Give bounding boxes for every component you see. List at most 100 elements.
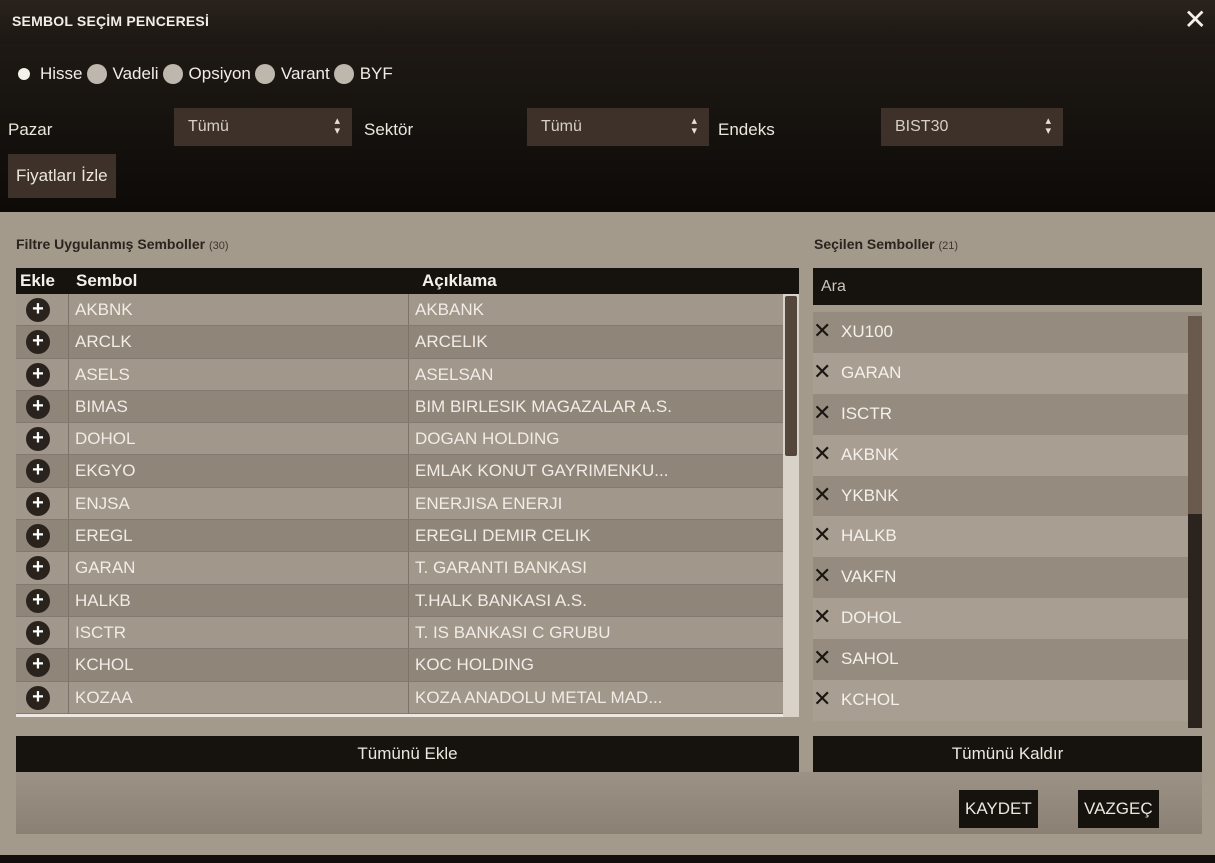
selected-symbol: HALKB [841, 526, 897, 546]
endeks-select[interactable]: BIST30 ▴ ▾ [881, 108, 1063, 146]
symbol-cell: AKBNK [68, 294, 408, 326]
symbol-cell: KCHOL [68, 649, 408, 681]
list-item: ✕ HALKB [813, 516, 1202, 558]
add-icon[interactable]: + [26, 394, 50, 419]
selected-symbols-heading: Seçilen Semboller (21) [814, 236, 958, 252]
add-icon[interactable]: + [26, 588, 50, 613]
symbol-cell: GARAN [68, 552, 408, 584]
remove-icon[interactable]: ✕ [813, 401, 831, 424]
radio-opsiyon[interactable]: Opsiyon [162, 64, 251, 84]
cancel-button[interactable]: VAZGEÇ [1078, 790, 1159, 828]
remove-icon[interactable]: ✕ [813, 688, 831, 710]
add-icon[interactable]: + [26, 459, 50, 484]
table-row: + BIMAS BIM BIRLESIK MAGAZALAR A.S. [16, 390, 783, 424]
endeks-label: Endeks [718, 120, 775, 139]
symbol-cell: EREGL [68, 520, 408, 552]
window-titlebar: SEMBOL SEÇİM PENCERESİ ✕ [0, 0, 1215, 44]
symbol-cell: DOHOL [68, 423, 408, 455]
selected-symbol: VAKFN [841, 567, 897, 587]
add-icon[interactable]: + [26, 491, 50, 516]
symbol-cell: ASELS [68, 358, 408, 390]
table-scrollbar[interactable] [783, 294, 799, 717]
remove-icon[interactable]: ✕ [813, 606, 831, 628]
table-row: + EKGYO EMLAK KONUT GAYRIMENKU... [16, 455, 783, 488]
save-button[interactable]: KAYDET [959, 790, 1038, 828]
list-item: ✕ AKBNK [813, 434, 1202, 476]
selected-symbols-title: Seçilen Semboller [814, 236, 935, 252]
col-symbol[interactable]: Sembol [76, 271, 137, 291]
remove-icon[interactable]: ✕ [813, 647, 831, 669]
add-icon[interactable]: + [26, 427, 50, 452]
list-item: ✕ YKBNK [813, 475, 1202, 517]
add-icon[interactable]: + [26, 620, 50, 645]
pazar-select[interactable]: Tümü ▴ ▾ [174, 108, 352, 146]
radio-byf[interactable]: BYF [333, 64, 393, 84]
table-row: + KOZAA KOZA ANADOLU METAL MAD... [16, 681, 783, 714]
close-icon[interactable]: ✕ [1184, 4, 1207, 36]
list-item: ✕ VAKFN [813, 557, 1202, 599]
filtered-symbols-table: Ekle Sembol Açıklama + AKBNK AKBANK + ARCLK… [16, 268, 799, 717]
remove-icon[interactable]: ✕ [813, 565, 831, 587]
symbol-cell: ENJSA [68, 487, 408, 520]
search-input[interactable]: Ara [813, 268, 1202, 305]
pazar-label: Pazar [8, 120, 53, 139]
watch-prices-button[interactable]: Fiyatları İzle [8, 154, 116, 198]
radio-vadeli[interactable]: Vadeli [86, 64, 159, 84]
symbol-cell: KOZAA [68, 681, 408, 713]
radio-hisse[interactable]: Hisse [14, 64, 83, 84]
symbol-cell: BIMAS [68, 390, 408, 423]
filter-row: Pazar Tümü ▴ ▾ Sektör Tümü ▴ ▾ Endeks BIST… [0, 108, 1215, 148]
add-icon[interactable]: + [26, 298, 50, 322]
selected-symbol: GARAN [841, 362, 902, 382]
table-row: + AKBNK AKBANK [16, 294, 783, 327]
list-item: ✕ DOHOL [813, 598, 1202, 640]
remove-icon[interactable]: ✕ [813, 360, 831, 383]
selected-symbols-list: ✕ XU100 ✕ GARAN ✕ ISCTR ✕ AKBNK ✕ YKBNK ✕ HALK… [813, 312, 1202, 728]
add-icon[interactable]: + [26, 524, 50, 549]
select-arrows-icon: ▴ ▾ [334, 115, 340, 137]
sektor-select[interactable]: Tümü ▴ ▾ [527, 108, 709, 146]
scrollbar-thumb[interactable] [785, 296, 797, 456]
col-description[interactable]: Açıklama [422, 271, 497, 291]
filtered-symbols-title: Filtre Uygulanmış Semboller [16, 236, 206, 252]
radio-varant[interactable]: Varant [254, 64, 330, 84]
remove-icon[interactable]: ✕ [813, 320, 831, 342]
radio-label: Vadeli [112, 64, 159, 83]
selected-symbols-count: (21) [938, 240, 959, 252]
radio-label: Hisse [40, 64, 83, 83]
radio-selected-icon [18, 68, 30, 80]
table-header: Ekle Sembol Açıklama [16, 268, 799, 294]
remove-icon[interactable]: ✕ [813, 483, 831, 506]
radio-unselected-icon [333, 64, 354, 84]
description-cell: T. GARANTI BANKASI [408, 552, 783, 584]
add-icon[interactable]: + [26, 685, 50, 710]
selected-symbol: AKBNK [841, 444, 899, 464]
add-icon[interactable]: + [26, 556, 50, 581]
scrollbar-thumb[interactable] [1188, 316, 1202, 514]
sektor-value: Tümü [541, 118, 582, 135]
list-item: ✕ KCHOL [813, 680, 1202, 721]
add-icon[interactable]: + [26, 362, 50, 387]
selected-symbol: DOHOL [841, 608, 902, 628]
description-cell: EMLAK KONUT GAYRIMENKU... [408, 455, 783, 487]
add-all-button[interactable]: Tümünü Ekle [16, 736, 799, 772]
table-body: + AKBNK AKBANK + ARCLK ARCELIK + ASELS ASELSAN… [16, 294, 783, 714]
description-cell: ARCELIK [408, 326, 783, 358]
list-item: ✕ ISCTR [813, 393, 1202, 435]
remove-icon[interactable]: ✕ [813, 524, 831, 546]
window-title: SEMBOL SEÇİM PENCERESİ [12, 13, 210, 29]
add-icon[interactable]: + [26, 653, 50, 678]
selected-list-scrollbar[interactable] [1188, 316, 1202, 728]
list-item: ✕ GARAN [813, 352, 1202, 394]
table-row: + DOHOL DOGAN HOLDING [16, 423, 783, 456]
remove-all-button[interactable]: Tümünü Kaldır [813, 736, 1202, 772]
radio-label: Opsiyon [188, 64, 251, 83]
radio-label: BYF [359, 64, 393, 83]
table-row: + EREGL EREGLI DEMIR CELIK [16, 520, 783, 553]
radio-label: Varant [280, 64, 330, 83]
description-cell: ASELSAN [408, 358, 783, 390]
add-icon[interactable]: + [26, 330, 50, 355]
remove-icon[interactable]: ✕ [813, 442, 831, 465]
radio-unselected-icon [86, 64, 107, 84]
radio-unselected-icon [254, 64, 275, 84]
